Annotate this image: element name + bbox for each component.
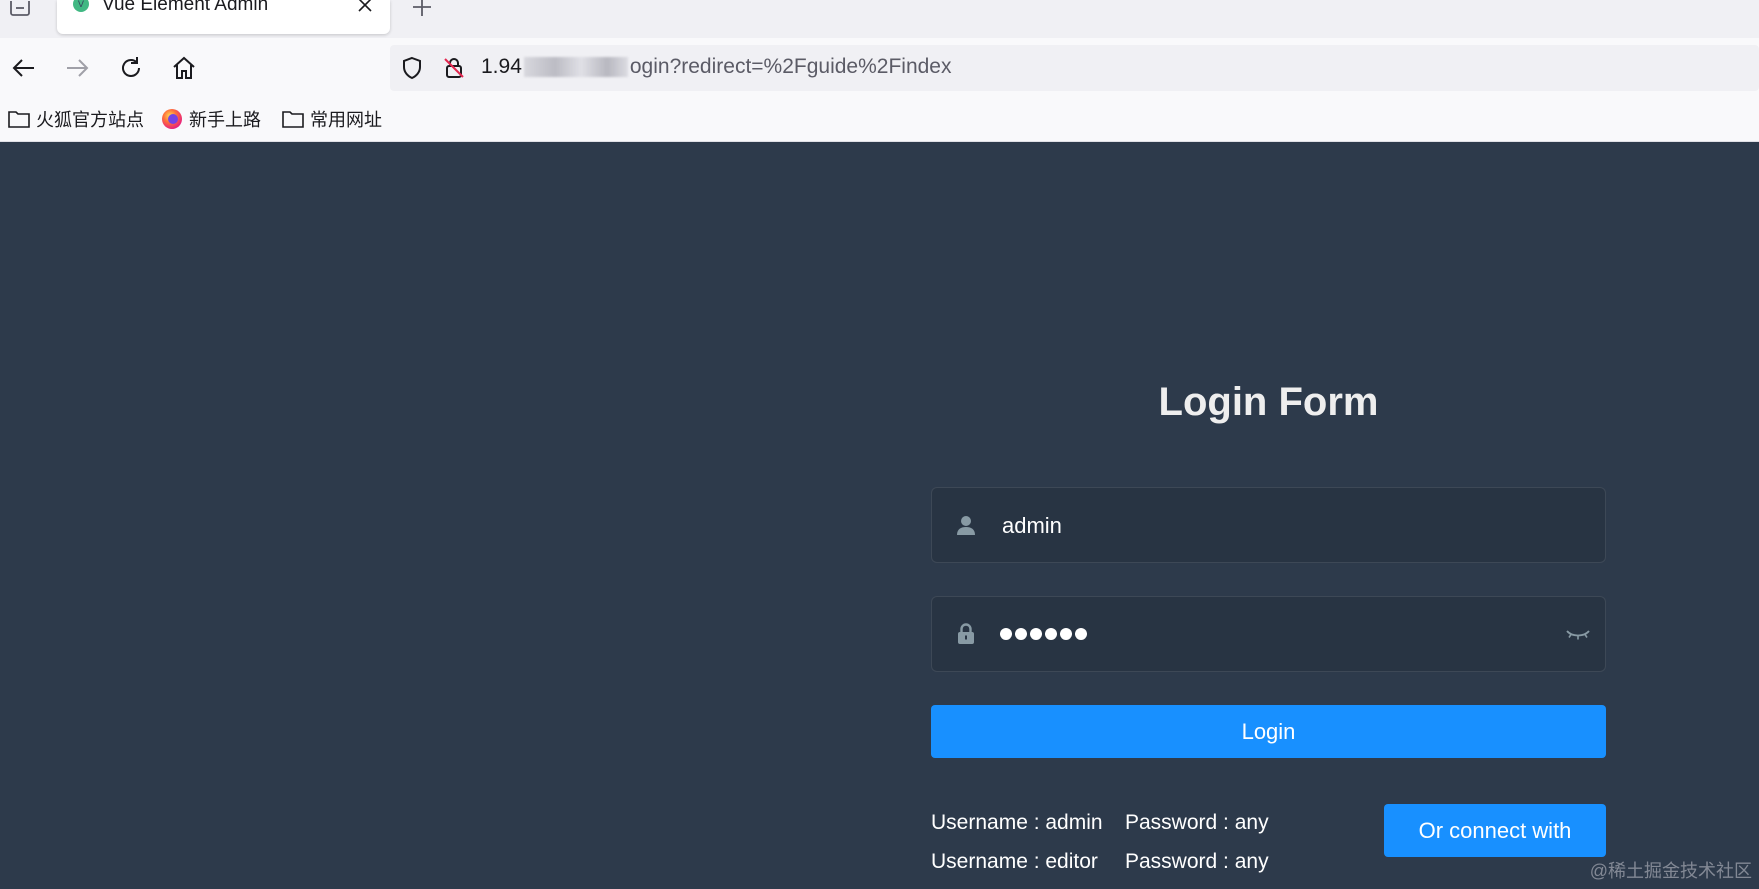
- home-icon: [173, 56, 195, 79]
- reload-button[interactable]: [117, 54, 145, 82]
- folder-icon: [8, 111, 30, 128]
- url-host: 1.94: [481, 55, 522, 78]
- eye-closed-icon[interactable]: [1565, 622, 1591, 646]
- bookmarks-bar: 火狐官方站点 新手上路 常用网址: [0, 98, 1759, 142]
- password-dot: [1000, 628, 1012, 640]
- folder-icon: [282, 111, 304, 128]
- tip-username: Username : editor: [931, 850, 1098, 873]
- url-bar[interactable]: 1.94 ogin?redirect=%2Fguide%2Findex: [390, 45, 1759, 91]
- browser-tab-bar: V Vue Element Admin: [0, 0, 1759, 38]
- browser-tab-active[interactable]: V Vue Element Admin: [57, 0, 390, 34]
- tab-list-button[interactable]: [6, 0, 34, 20]
- password-dot: [1060, 628, 1072, 640]
- tip-username: Username : admin: [931, 811, 1103, 834]
- tab-title: Vue Element Admin: [102, 0, 269, 15]
- login-title: Login Form: [1158, 380, 1379, 424]
- tracking-shield-icon[interactable]: [400, 56, 424, 80]
- reload-icon: [122, 57, 140, 77]
- bookmark-label: 火狐官方站点: [36, 110, 144, 130]
- login-page: Login Form Login Username : admin Passwor…: [0, 142, 1759, 889]
- tip-password: Password : any: [1125, 811, 1269, 834]
- connect-with-button[interactable]: Or connect with: [1384, 804, 1606, 857]
- username-field[interactable]: [931, 487, 1606, 564]
- bookmark-getting-started[interactable]: 新手上路: [161, 106, 261, 132]
- tab-list-icon: [10, 1, 30, 16]
- password-dot: [1075, 628, 1087, 640]
- user-icon: [957, 516, 975, 535]
- bookmark-label: 常用网址: [310, 110, 382, 130]
- bookmark-firefox-official[interactable]: 火狐官方站点: [8, 106, 144, 132]
- browser-nav-bar: 1.94 ogin?redirect=%2Fguide%2Findex: [0, 38, 1759, 98]
- tip-row: Username : admin Password : any: [931, 803, 1269, 842]
- url-redacted-mask: [523, 57, 628, 78]
- tip-row: Username : editor Password : any: [931, 842, 1269, 881]
- password-field[interactable]: [931, 596, 1606, 672]
- svg-text:V: V: [78, 0, 85, 10]
- username-input[interactable]: [1000, 488, 1544, 564]
- close-tab-icon[interactable]: [357, 0, 373, 13]
- bookmark-common-sites[interactable]: 常用网址: [282, 106, 382, 132]
- firefox-icon: [162, 109, 182, 129]
- vue-favicon-icon: V: [73, 0, 89, 12]
- tip-password: Password : any: [1125, 850, 1269, 873]
- home-button[interactable]: [170, 54, 198, 82]
- password-input[interactable]: [1000, 619, 1090, 649]
- password-dot: [1045, 628, 1057, 640]
- arrow-right-icon: [67, 59, 89, 77]
- forward-button[interactable]: [63, 54, 91, 82]
- back-button[interactable]: [10, 54, 38, 82]
- insecure-lock-icon[interactable]: [442, 56, 466, 80]
- login-tips: Username : admin Password : any Username …: [931, 803, 1269, 881]
- bookmark-label: 新手上路: [189, 110, 261, 130]
- new-tab-plus-icon[interactable]: [411, 0, 433, 18]
- password-dot: [1015, 628, 1027, 640]
- url-text[interactable]: 1.94 ogin?redirect=%2Fguide%2Findex: [481, 55, 952, 79]
- arrow-left-icon: [12, 59, 34, 77]
- password-dot: [1030, 628, 1042, 640]
- watermark: @稀土掘金技术社区: [1589, 861, 1752, 881]
- url-path: ogin?redirect=%2Fguide%2Findex: [629, 55, 952, 78]
- lock-icon: [958, 623, 974, 644]
- login-button[interactable]: Login: [931, 705, 1606, 758]
